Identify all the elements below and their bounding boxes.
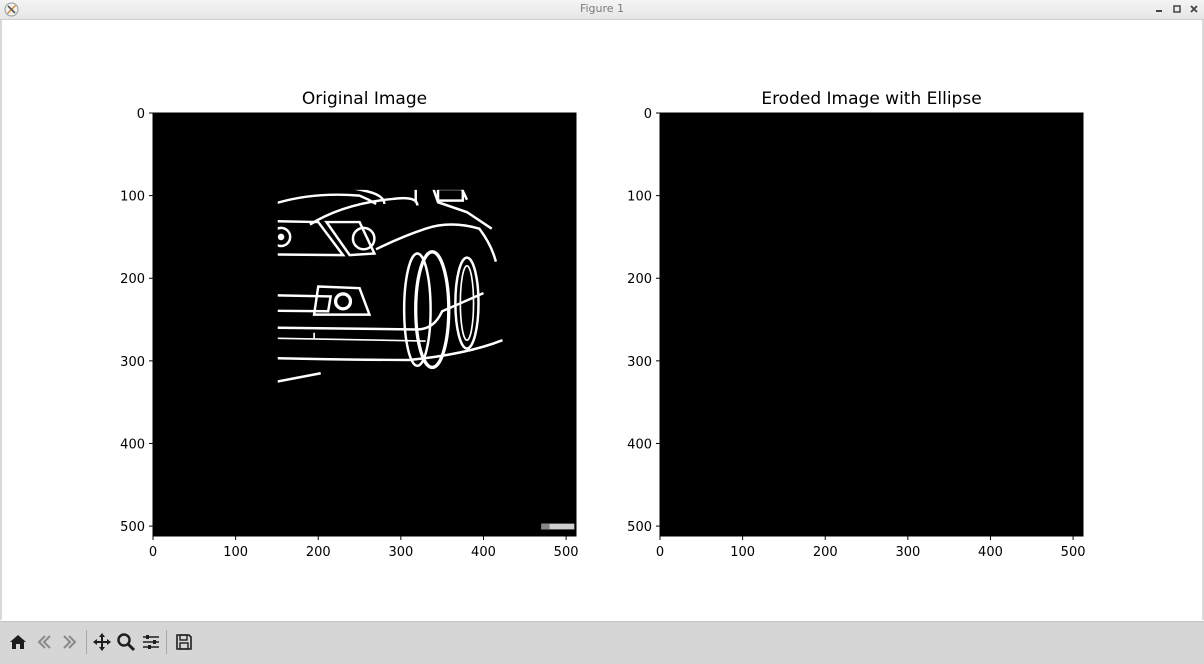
image-1 — [153, 113, 576, 536]
x-tick-label: 500 — [1061, 545, 1086, 560]
y-tick-label: 400 — [627, 437, 652, 452]
toolbar-separator — [166, 630, 167, 654]
axes-2: Eroded Image with Ellipse 0 100 200 300 400 50… — [627, 89, 1085, 560]
y-tick-label: 500 — [120, 520, 145, 535]
figure-svg: Original Image 0 100 200 300 400 500 0 100 200 300… — [120, 89, 1085, 560]
minimize-icon[interactable] — [1151, 1, 1167, 17]
home-icon[interactable] — [6, 630, 30, 654]
navigation-toolbar — [0, 621, 1204, 664]
y-tick-label: 500 — [627, 520, 652, 535]
y-tick-label: 0 — [137, 107, 145, 122]
y-tick-label: 100 — [627, 190, 652, 205]
x-tick-label: 0 — [149, 545, 157, 560]
y-tick-label: 0 — [644, 107, 652, 122]
x-tick-label: 200 — [306, 545, 331, 560]
x-tick-label: 300 — [388, 545, 413, 560]
window-titlebar: Figure 1 — [0, 0, 1204, 20]
axes-title: Eroded Image with Ellipse — [761, 89, 981, 109]
window-title: Figure 1 — [579, 2, 625, 15]
configure-subplots-icon[interactable] — [139, 630, 163, 654]
save-icon[interactable] — [172, 630, 196, 654]
x-tick-label: 300 — [895, 545, 920, 560]
x-tick-label: 100 — [730, 545, 755, 560]
y-tick-label: 100 — [120, 190, 145, 205]
zoom-icon[interactable] — [114, 630, 138, 654]
back-icon[interactable] — [32, 630, 56, 654]
pan-icon[interactable] — [90, 630, 114, 654]
x-tick-label: 200 — [813, 545, 838, 560]
y-tick-label: 200 — [627, 272, 652, 287]
y-tick-label: 300 — [120, 355, 145, 370]
y-tick-label: 200 — [120, 272, 145, 287]
forward-icon[interactable] — [58, 630, 82, 654]
x-tick-label: 500 — [554, 545, 579, 560]
x-tick-label: 100 — [223, 545, 248, 560]
y-tick-label: 400 — [120, 437, 145, 452]
figure-canvas[interactable]: Original Image 0 100 200 300 400 500 0 100 200 300… — [2, 20, 1202, 620]
image-2 — [660, 113, 1083, 536]
toolbar-separator — [86, 630, 87, 654]
x-tick-label: 0 — [656, 545, 664, 560]
y-tick-label: 300 — [627, 355, 652, 370]
x-tick-label: 400 — [471, 545, 496, 560]
x-tick-label: 400 — [978, 545, 1003, 560]
close-icon[interactable] — [1186, 1, 1202, 17]
maximize-icon[interactable] — [1169, 1, 1185, 17]
axes-title: Original Image — [302, 89, 427, 109]
axes-1: Original Image 0 100 200 300 400 500 0 100 200 300… — [120, 89, 578, 560]
